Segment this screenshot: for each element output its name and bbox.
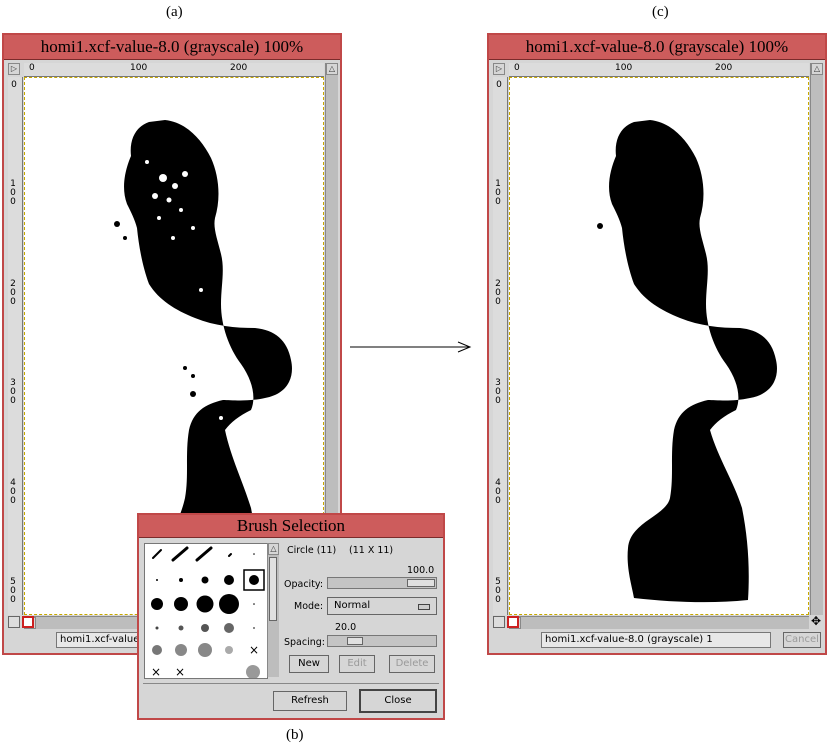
ruler-label: 100 — [495, 179, 501, 207]
ruler-label: 0 — [29, 63, 35, 73]
scroll-thumb[interactable] — [269, 557, 277, 621]
window-title-c[interactable]: homi1.xcf-value-8.0 (grayscale) 100% — [489, 35, 825, 60]
edit-brush-button[interactable]: Edit — [339, 655, 375, 673]
svg-text:×: × — [249, 643, 259, 657]
ruler-label: 100 — [615, 63, 633, 73]
brush-size: (11 X 11) — [349, 545, 394, 556]
caption-a: (a) — [166, 4, 183, 20]
svg-text:×: × — [175, 665, 185, 678]
status-bar: homi1.xcf-value-8.0 (grayscale) 1 — [541, 632, 771, 648]
scroll-up-arrow-icon[interactable]: △ — [811, 63, 823, 75]
opacity-slider-thumb[interactable] — [407, 579, 435, 587]
menu-arrow-icon[interactable]: ▷ — [8, 63, 20, 75]
opacity-slider[interactable] — [327, 577, 437, 589]
delete-brush-button[interactable]: Delete — [389, 655, 435, 673]
silhouette-image-clean — [597, 120, 777, 603]
mode-label: Mode: — [294, 601, 324, 612]
ruler-label: 200 — [715, 63, 733, 73]
image-canvas-c[interactable] — [509, 77, 809, 615]
close-button[interactable]: Close — [359, 689, 437, 713]
brush-selection-dialog: Brush Selection × × × △ Circle (11) (11 … — [137, 513, 445, 720]
dialog-separator — [143, 683, 439, 684]
scroll-up-arrow-icon[interactable]: △ — [268, 543, 279, 555]
ruler-label: 500 — [495, 577, 501, 605]
opacity-label: Opacity: — [284, 579, 324, 590]
ruler-label: 400 — [495, 478, 501, 506]
opacity-value: 100.0 — [407, 565, 435, 576]
move-cross-icon[interactable]: ✥ — [810, 615, 822, 628]
brush-thumbnails: × × × — [151, 546, 265, 678]
ruler-horizontal: 0 100 200 — [24, 63, 324, 77]
ruler-label: 0 — [514, 63, 520, 73]
spacing-slider[interactable] — [327, 635, 437, 647]
ruler-label: 400 — [10, 478, 16, 506]
caption-b: (b) — [286, 727, 304, 743]
menu-arrow-icon[interactable]: ▷ — [493, 63, 505, 75]
navigation-icon[interactable] — [8, 616, 20, 628]
spacing-slider-thumb[interactable] — [347, 637, 363, 645]
spacing-label: Spacing: — [284, 637, 325, 648]
navigation-icon[interactable] — [493, 616, 505, 628]
ruler-label: 200 — [230, 63, 248, 73]
brush-grid[interactable]: × × × — [144, 543, 268, 679]
ruler-label: 0 — [496, 80, 502, 90]
refresh-button[interactable]: Refresh — [273, 691, 347, 711]
svg-text:×: × — [151, 665, 161, 678]
horizontal-scrollbar[interactable]: ◁ — [509, 616, 809, 629]
image-window-c: homi1.xcf-value-8.0 (grayscale) 100% ▷ 0… — [487, 33, 827, 655]
ruler-horizontal: 0 100 200 — [509, 63, 809, 77]
caption-c: (c) — [652, 4, 669, 20]
cancel-button[interactable]: Cancel — [783, 632, 821, 648]
dialog-title[interactable]: Brush Selection — [139, 515, 443, 538]
ruler-vertical: 0 100 200 300 400 500 — [493, 77, 508, 615]
ruler-label: 100 — [130, 63, 148, 73]
mode-value: Normal — [334, 600, 371, 611]
option-menu-icon — [418, 604, 430, 610]
quickmask-icon[interactable] — [507, 616, 519, 628]
ruler-label: 300 — [10, 378, 16, 406]
ruler-label: 300 — [495, 378, 501, 406]
window-title-a[interactable]: homi1.xcf-value-8.0 (grayscale) 100% — [4, 35, 340, 60]
ruler-label: 100 — [10, 179, 16, 207]
brush-name: Circle (11) — [287, 545, 337, 556]
quickmask-icon[interactable] — [22, 616, 34, 628]
transform-arrow — [350, 341, 472, 353]
mode-select[interactable]: Normal — [327, 597, 437, 615]
brush-list-scrollbar[interactable]: △ — [267, 543, 279, 677]
ruler-label: 500 — [10, 577, 16, 605]
vertical-scrollbar[interactable]: △ — [810, 63, 823, 615]
scroll-up-arrow-icon[interactable]: △ — [326, 63, 338, 75]
spacing-value: 20.0 — [335, 622, 357, 633]
ruler-label: 0 — [11, 80, 17, 90]
ruler-label: 200 — [495, 279, 501, 307]
ruler-label: 200 — [10, 279, 16, 307]
ruler-vertical: 0 100 200 300 400 500 — [8, 77, 23, 615]
new-brush-button[interactable]: New — [289, 655, 329, 673]
